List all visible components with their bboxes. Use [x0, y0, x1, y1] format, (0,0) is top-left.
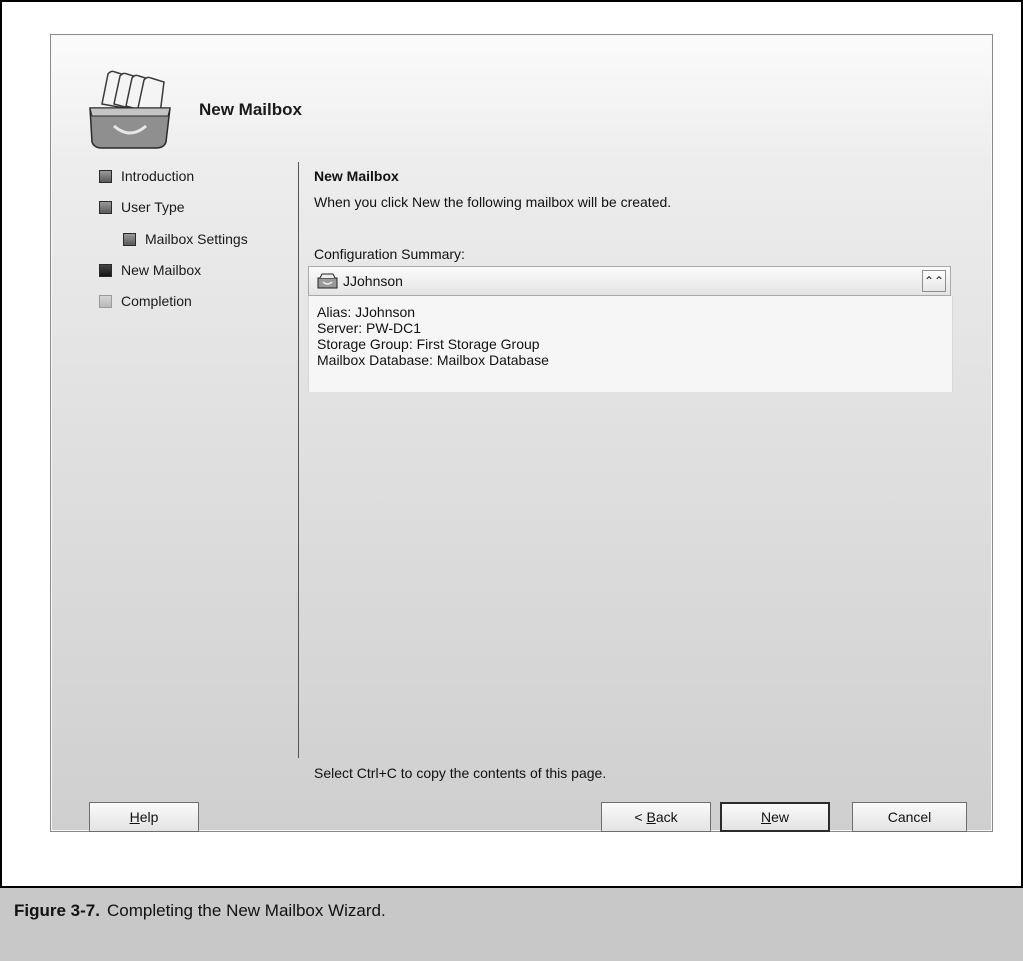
- step-completed-icon: [99, 169, 112, 183]
- mailbox-tray-icon: [89, 70, 171, 149]
- summary-storage-group: Storage Group: First Storage Group: [317, 336, 540, 352]
- new-button[interactable]: New: [720, 802, 830, 832]
- summary-details: Alias: JJohnson Server: PW-DC1 Storage G…: [308, 296, 953, 392]
- configuration-summary: JJohnson ⌃⌃ Alias: JJohnson Server: PW-D…: [308, 266, 953, 392]
- help-label: elp: [139, 809, 159, 825]
- collapse-button[interactable]: ⌃⌃: [922, 270, 946, 292]
- step-mailbox-settings: Mailbox Settings: [123, 231, 248, 247]
- step-label: Completion: [121, 293, 192, 309]
- step-completed-icon: [99, 200, 112, 214]
- caption-label: Figure 3-7.: [14, 901, 100, 920]
- nav-divider: [298, 162, 299, 758]
- step-user-type: User Type: [99, 199, 185, 215]
- back-prefix: <: [634, 809, 647, 825]
- summary-database: Mailbox Database: Mailbox Database: [317, 352, 549, 368]
- copy-hint: Select Ctrl+C to copy the contents of th…: [314, 765, 607, 781]
- summary-alias: Alias: JJohnson: [317, 304, 416, 320]
- double-chevron-up-icon: ⌃⌃: [923, 274, 945, 288]
- step-current-icon: [99, 263, 112, 277]
- step-completion: Completion: [99, 293, 192, 309]
- step-introduction: Introduction: [99, 168, 194, 184]
- mailbox-icon: [317, 273, 338, 289]
- summary-label: Configuration Summary:: [314, 246, 465, 262]
- summary-mailbox-name: JJohnson: [343, 273, 403, 289]
- wizard-dialog: New Mailbox Introduction User Type Mailb…: [50, 34, 993, 832]
- wizard-header: New Mailbox: [52, 36, 991, 156]
- back-accelerator: B: [646, 809, 656, 825]
- step-label: User Type: [121, 199, 185, 215]
- help-button[interactable]: Help: [89, 802, 199, 832]
- step-label: Mailbox Settings: [145, 231, 248, 247]
- step-new-mailbox: New Mailbox: [99, 262, 201, 278]
- back-label: ack: [655, 809, 678, 825]
- help-accelerator: H: [129, 809, 140, 825]
- step-pending-icon: [99, 294, 112, 308]
- step-completed-icon: [123, 232, 136, 246]
- page-description: When you click New the following mailbox…: [314, 194, 672, 210]
- page-title: New Mailbox: [314, 168, 399, 184]
- step-label: Introduction: [121, 168, 195, 184]
- cancel-button[interactable]: Cancel: [852, 802, 967, 832]
- wizard-title: New Mailbox: [199, 100, 302, 119]
- summary-header[interactable]: JJohnson ⌃⌃: [308, 266, 951, 296]
- summary-server: Server: PW-DC1: [317, 320, 421, 336]
- step-label: New Mailbox: [121, 262, 202, 278]
- caption-text: Completing the New Mailbox Wizard.: [107, 901, 386, 920]
- figure-frame: New Mailbox Introduction User Type Mailb…: [0, 0, 1023, 959]
- back-button[interactable]: < Back: [601, 802, 711, 832]
- figure-caption: Figure 3-7. Completing the New Mailbox W…: [0, 886, 1023, 961]
- new-label: ew: [771, 809, 790, 825]
- new-accelerator: N: [760, 809, 772, 825]
